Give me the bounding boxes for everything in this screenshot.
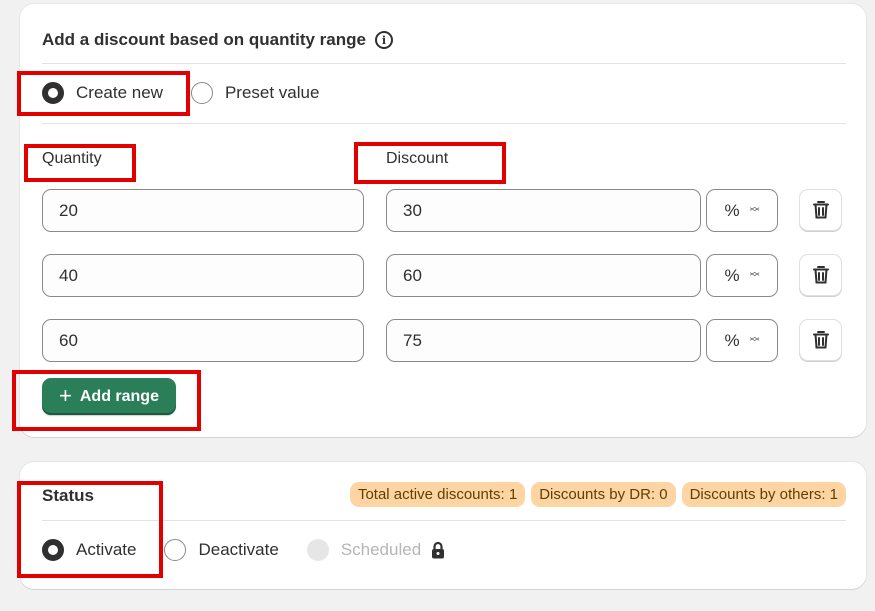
discounts-by-dr-badge: Discounts by DR: 0 <box>531 482 676 507</box>
select-chevron-icon: ︿ ﹀ <box>749 201 760 219</box>
radio-preset-value[interactable]: Preset value <box>190 82 320 104</box>
quantity-column-label: Quantity <box>42 150 102 167</box>
add-range-label: Add range <box>79 387 159 405</box>
radio-deactivate[interactable]: Deactivate <box>164 539 279 561</box>
status-radio-group: Activate Deactivate Scheduled <box>42 539 473 561</box>
select-chevron-icon: ︿ ﹀ <box>749 331 760 349</box>
unit-value: % <box>724 265 740 285</box>
radio-label: Scheduled <box>340 540 422 559</box>
radio-activate[interactable]: Activate <box>42 539 136 561</box>
discount-input[interactable]: 60 <box>386 254 701 297</box>
radio-label: Deactivate <box>198 540 279 559</box>
unit-value: % <box>724 200 740 220</box>
select-chevron-icon: ︿ ﹀ <box>749 266 760 284</box>
unit-select[interactable]: % ︿ ﹀ <box>706 189 778 232</box>
info-icon[interactable]: i <box>374 31 393 49</box>
radio-unchecked-icon <box>190 82 213 104</box>
discount-input[interactable]: 75 <box>386 319 701 362</box>
radio-checked-icon <box>42 82 64 104</box>
lock-icon <box>431 541 445 559</box>
discount-badges: Total active discounts: 1 Discounts by D… <box>349 482 846 507</box>
radio-label: Activate <box>76 540 137 559</box>
quantity-input[interactable]: 60 <box>42 319 364 362</box>
trash-icon <box>812 201 829 219</box>
radio-unchecked-icon <box>164 539 187 561</box>
divider <box>42 63 846 64</box>
radio-label: Preset value <box>224 83 320 102</box>
unit-select[interactable]: % ︿ ﹀ <box>706 319 778 362</box>
trash-icon <box>812 266 829 284</box>
radio-label: Create new <box>76 83 163 102</box>
unit-value: % <box>724 330 740 350</box>
status-card: Status Total active discounts: 1 Discoun… <box>20 462 866 589</box>
trash-icon <box>812 331 829 349</box>
add-range-button[interactable]: + Add range <box>42 378 176 415</box>
radio-create-new[interactable]: Create new <box>42 82 163 104</box>
discount-input[interactable]: 30 <box>386 189 701 232</box>
total-active-badge: Total active discounts: 1 <box>349 482 526 507</box>
delete-range-button[interactable] <box>799 319 842 361</box>
plus-icon: + <box>59 382 72 408</box>
card-title: Add a discount based on quantity range i <box>42 30 393 50</box>
radio-disabled-icon <box>306 539 329 561</box>
delete-range-button[interactable] <box>799 189 842 231</box>
mode-radio-group: Create new Preset value <box>42 82 347 104</box>
status-title: Status <box>42 486 94 505</box>
radio-scheduled: Scheduled <box>306 539 445 561</box>
card-title-text: Add a discount based on quantity range <box>42 30 366 49</box>
unit-select[interactable]: % ︿ ﹀ <box>706 254 778 297</box>
discounts-by-others-badge: Discounts by others: 1 <box>681 482 846 507</box>
divider <box>42 520 846 521</box>
discount-column-label: Discount <box>386 150 449 167</box>
radio-checked-icon <box>42 539 64 561</box>
quantity-discount-card: Add a discount based on quantity range i… <box>20 4 866 437</box>
delete-range-button[interactable] <box>799 254 842 296</box>
divider <box>42 123 846 124</box>
quantity-input[interactable]: 40 <box>42 254 364 297</box>
quantity-input[interactable]: 20 <box>42 189 364 232</box>
